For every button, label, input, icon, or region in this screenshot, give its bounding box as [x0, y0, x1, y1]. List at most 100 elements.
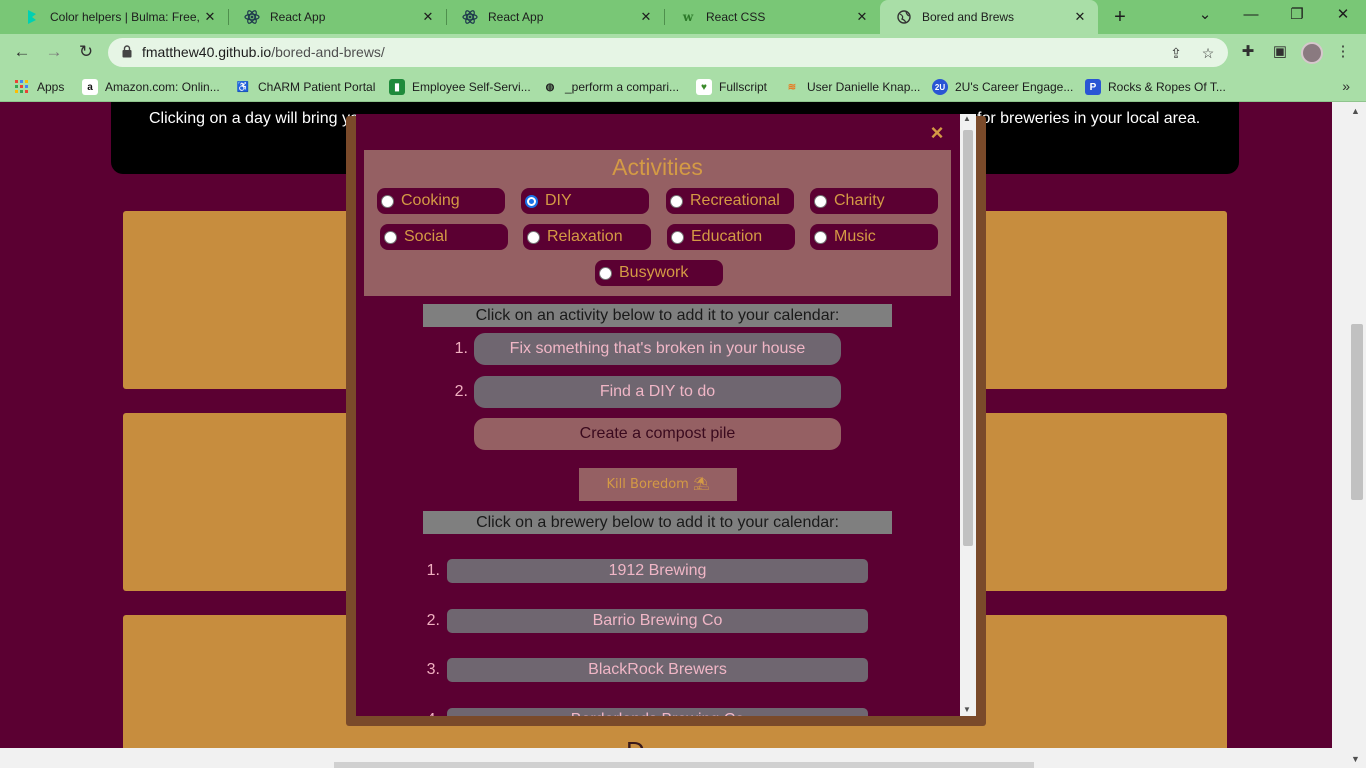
bookmark-charm[interactable]: ♿ ChARM Patient Portal: [235, 76, 376, 98]
radio-label: Busywork: [619, 264, 689, 281]
radio-social[interactable]: Social: [380, 224, 508, 250]
radio-charity[interactable]: Charity: [810, 188, 938, 214]
url-path: /bored-and-brews/: [271, 44, 385, 60]
close-tab-icon[interactable]: ✕: [638, 9, 654, 25]
tab-bored-and-brews[interactable]: Bored and Brews ✕: [880, 0, 1098, 34]
bookmark-2u[interactable]: 2U 2U's Career Engage...: [932, 76, 1073, 98]
w3schools-icon: w: [682, 10, 694, 24]
radio-button[interactable]: [527, 230, 540, 244]
activity-idea-item: 2. Find a DIY to do: [442, 376, 841, 408]
modal-scrollbar[interactable]: ▲ ▼: [960, 114, 976, 716]
forward-button[interactable]: →: [41, 39, 67, 65]
scroll-up-icon[interactable]: ▲: [1351, 106, 1360, 116]
close-tab-icon[interactable]: ✕: [202, 9, 218, 25]
2u-icon: 2U: [932, 79, 948, 95]
brewery-button[interactable]: 1912 Brewing: [447, 559, 868, 583]
radio-busywork[interactable]: Busywork: [595, 260, 723, 286]
share-icon[interactable]: ⇪: [1166, 43, 1186, 63]
kill-boredom-button[interactable]: Kill Boredom ⛱: [579, 468, 737, 501]
radio-label: Music: [834, 228, 876, 245]
close-icon[interactable]: ×: [926, 122, 948, 144]
fullscript-icon: ♥: [696, 79, 712, 95]
restore-button[interactable]: ❐: [1274, 0, 1320, 32]
tab-title: React CSS: [706, 10, 766, 24]
scrollbar-thumb[interactable]: [1351, 324, 1363, 500]
radio-button[interactable]: [599, 266, 612, 280]
bulma-icon: [24, 9, 40, 25]
bookmark-label: ChARM Patient Portal: [258, 80, 376, 94]
radio-relaxation[interactable]: Relaxation: [523, 224, 651, 250]
radio-button[interactable]: [814, 230, 827, 244]
banner-text-left: Clicking on a day will bring yo: [149, 110, 359, 127]
radio-recreational[interactable]: Recreational: [666, 188, 794, 214]
radio-button[interactable]: [381, 194, 394, 208]
radio-button[interactable]: [671, 230, 684, 244]
react-icon: [244, 9, 260, 25]
radio-button[interactable]: [670, 194, 683, 208]
back-button[interactable]: ←: [9, 39, 35, 65]
radio-cooking[interactable]: Cooking: [377, 188, 505, 214]
bookmark-rocks-ropes[interactable]: P Rocks & Ropes Of T...: [1085, 76, 1226, 98]
bookmark-fullscript[interactable]: ♥ Fullscript: [696, 76, 767, 98]
globe-icon: ◍: [545, 81, 555, 93]
tab-search-icon[interactable]: ⌄: [1182, 0, 1228, 32]
bookmark-label: Rocks & Ropes Of T...: [1108, 80, 1226, 94]
activity-idea-button-hover[interactable]: Create a compost pile: [474, 418, 841, 450]
radio-button[interactable]: [384, 230, 397, 244]
bookmarks-overflow-icon[interactable]: »: [1342, 78, 1350, 94]
new-tab-button[interactable]: +: [1107, 3, 1133, 31]
bookmarks-bar: Apps a Amazon.com: Onlin... ♿ ChARM Pati…: [0, 71, 1366, 102]
url-text: fmatthew40.github.io/bored-and-brews/: [142, 44, 385, 60]
close-window-button[interactable]: ✕: [1320, 0, 1366, 32]
brewery-button[interactable]: Barrio Brewing Co: [447, 609, 868, 633]
scrollbar-thumb[interactable]: [963, 130, 973, 546]
scroll-up-icon[interactable]: ▲: [963, 114, 971, 123]
tab-title: React App: [270, 10, 326, 24]
scrollbar-thumb[interactable]: [334, 762, 1034, 768]
close-tab-icon[interactable]: ✕: [420, 9, 436, 25]
tab-react-css[interactable]: w React CSS ✕: [664, 0, 880, 34]
bookmark-amazon[interactable]: a Amazon.com: Onlin...: [82, 76, 220, 98]
activity-idea-button[interactable]: Fix something that's broken in your hous…: [474, 333, 841, 365]
radio-label: DIY: [545, 192, 572, 209]
list-number: 2.: [426, 612, 440, 629]
activity-modal: × Activities Cooking DIY Recreational Ch…: [356, 114, 976, 716]
radio-label: Education: [691, 228, 763, 245]
tab-react-app-1[interactable]: React App ✕: [228, 0, 446, 34]
bookmark-star-icon[interactable]: ☆: [1198, 43, 1218, 63]
minimize-button[interactable]: —: [1228, 0, 1274, 32]
brewery-item: 4. Borderlands Brewing Co: [416, 708, 868, 716]
page-vertical-scrollbar[interactable]: ▲ ▼: [1332, 102, 1366, 768]
bookmark-apps[interactable]: Apps: [14, 76, 64, 98]
radio-education[interactable]: Education: [667, 224, 795, 250]
bookmark-perform[interactable]: ◍ _perform a compari...: [542, 76, 679, 98]
radio-diy[interactable]: DIY: [521, 188, 649, 214]
page-horizontal-scrollbar[interactable]: [0, 748, 1332, 768]
menu-kebab-icon[interactable]: ⋮: [1331, 40, 1355, 64]
scroll-down-icon[interactable]: ▼: [963, 705, 971, 714]
side-panel-icon[interactable]: ▣: [1268, 40, 1292, 64]
bookmark-label: _perform a compari...: [565, 80, 680, 94]
brewery-button[interactable]: Borderlands Brewing Co: [447, 708, 868, 716]
radio-button-selected[interactable]: [525, 194, 538, 208]
reload-button[interactable]: ↻: [73, 39, 99, 65]
close-tab-icon[interactable]: ✕: [854, 9, 870, 25]
close-tab-icon[interactable]: ✕: [1072, 9, 1088, 25]
scroll-down-icon[interactable]: ▼: [1351, 754, 1360, 764]
radio-button[interactable]: [814, 194, 827, 208]
tab-react-app-2[interactable]: React App ✕: [446, 0, 664, 34]
activity-prompt: Click on an activity below to add it to …: [423, 304, 892, 327]
activity-idea-button[interactable]: Find a DIY to do: [474, 376, 841, 408]
browser-toolbar: ← → ↻ fmatthew40.github.io/bored-and-bre…: [0, 34, 1366, 71]
extensions-puzzle-icon[interactable]: ✚: [1236, 40, 1260, 64]
bookmark-employee[interactable]: ▮ Employee Self-Servi...: [389, 76, 531, 98]
tab-bulma[interactable]: Color helpers | Bulma: Free, o ✕: [8, 0, 228, 34]
bookmark-label: Employee Self-Servi...: [412, 80, 531, 94]
radio-music[interactable]: Music: [810, 224, 938, 250]
bookmark-user-danielle[interactable]: ≋ User Danielle Knap...: [784, 76, 921, 98]
brewery-button[interactable]: BlackRock Brewers: [447, 658, 868, 682]
banner-text-right: for breweries in your local area.: [977, 110, 1201, 127]
profile-avatar[interactable]: [1301, 42, 1323, 64]
address-bar[interactable]: fmatthew40.github.io/bored-and-brews/ ⇪ …: [108, 38, 1228, 67]
bookmark-label: User Danielle Knap...: [807, 80, 921, 94]
